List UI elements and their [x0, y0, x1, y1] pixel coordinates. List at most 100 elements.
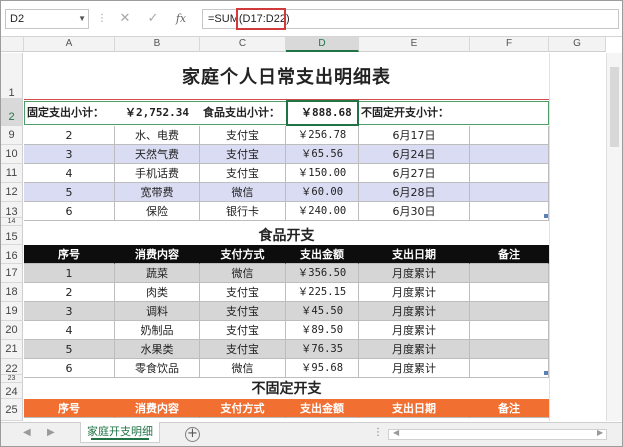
sheet-tab-active[interactable]: 家庭开支明细: [80, 422, 160, 443]
horizontal-scrollbar[interactable]: [388, 429, 607, 440]
table-cell-amount[interactable]: ￥150.00: [286, 164, 359, 183]
table-cell-pay[interactable]: 微信: [200, 264, 286, 283]
table-cell-no[interactable]: 2: [24, 283, 115, 302]
variable-header-note[interactable]: 备注: [470, 399, 549, 418]
table-cell-note[interactable]: [470, 302, 549, 321]
column-header-b[interactable]: B: [115, 37, 200, 52]
table-cell-pay[interactable]: 微信: [200, 183, 286, 202]
row-header-17[interactable]: 17: [1, 264, 23, 283]
column-header-c[interactable]: C: [200, 37, 286, 52]
splitter-icon[interactable]: ⋮: [97, 10, 107, 28]
variable-header-date[interactable]: 支出日期: [359, 399, 470, 418]
table-cell-item[interactable]: 水、电费: [115, 126, 200, 145]
column-header-e[interactable]: E: [359, 37, 470, 52]
table-cell-date[interactable]: 月度累计: [359, 321, 470, 340]
table-cell-note[interactable]: [470, 340, 549, 359]
table-cell-no[interactable]: 5: [24, 340, 115, 359]
table-cell-no[interactable]: 5: [24, 183, 115, 202]
table-cell-date[interactable]: 6月24日: [359, 145, 470, 164]
scroll-right-arrow-icon[interactable]: ▶: [597, 428, 603, 437]
table-cell-amount[interactable]: ￥240.00: [286, 202, 359, 221]
table-cell-item[interactable]: 肉类: [115, 283, 200, 302]
table-cell-item[interactable]: 水果类: [115, 340, 200, 359]
name-box[interactable]: D2 ▼: [5, 9, 89, 29]
table-cell-pay[interactable]: 支付宝: [200, 283, 286, 302]
row-header-15[interactable]: 15: [1, 226, 23, 245]
formula-input[interactable]: =SUM(D17:D22): [202, 8, 619, 30]
table-cell-no[interactable]: 6: [24, 359, 115, 378]
vertical-scrollbar[interactable]: [606, 53, 622, 421]
table-cell-amount[interactable]: ￥76.35: [286, 340, 359, 359]
row-header-9[interactable]: 9: [1, 126, 23, 145]
enter-icon[interactable]: ✓: [143, 10, 163, 28]
table-cell-pay[interactable]: 支付宝: [200, 340, 286, 359]
table-cell-pay[interactable]: 银行卡: [200, 202, 286, 221]
fixed-subtotal-value[interactable]: ￥2,752.34: [125, 102, 189, 124]
insert-function-icon[interactable]: fx: [171, 10, 191, 28]
table-cell-amount[interactable]: ￥89.50: [286, 321, 359, 340]
table-cell-note[interactable]: [470, 164, 549, 183]
column-header-d[interactable]: D: [286, 37, 359, 52]
row-header-10[interactable]: 10: [1, 145, 23, 164]
table-cell-note[interactable]: [470, 145, 549, 164]
tab-scroll-left-icon[interactable]: ◀: [23, 427, 31, 438]
table-cell-no[interactable]: 2: [24, 126, 115, 145]
row-header-1[interactable]: 1: [1, 53, 23, 99]
row-header-2[interactable]: 2: [1, 99, 23, 126]
table-cell-no[interactable]: 6: [24, 202, 115, 221]
table-cell-note[interactable]: [470, 202, 549, 221]
table-cell-pay[interactable]: 支付宝: [200, 302, 286, 321]
row-header-25[interactable]: 25: [1, 399, 23, 421]
table-cell-no[interactable]: 4: [24, 321, 115, 340]
table-cell-date[interactable]: 6月30日: [359, 202, 470, 221]
column-header-f[interactable]: F: [470, 37, 549, 52]
table-cell-item[interactable]: 调料: [115, 302, 200, 321]
table-cell-amount[interactable]: ￥45.50: [286, 302, 359, 321]
table-cell-note[interactable]: [470, 283, 549, 302]
table-cell-amount[interactable]: ￥225.15: [286, 283, 359, 302]
food-header-pay[interactable]: 支付方式: [200, 245, 286, 264]
table-cell-no[interactable]: 3: [24, 145, 115, 164]
table-cell-note[interactable]: [470, 321, 549, 340]
column-header-g[interactable]: G: [549, 37, 606, 52]
variable-header-item[interactable]: 消费内容: [115, 399, 200, 418]
table-cell-note[interactable]: [470, 359, 549, 378]
table-cell-date[interactable]: 月度累计: [359, 264, 470, 283]
row-header-18[interactable]: 18: [1, 283, 23, 302]
table-cell-amount[interactable]: ￥60.00: [286, 183, 359, 202]
row-header-24[interactable]: 24: [1, 383, 23, 399]
row-header-16[interactable]: 16: [1, 245, 23, 264]
table-cell-pay[interactable]: 微信: [200, 359, 286, 378]
table-cell-pay[interactable]: 支付宝: [200, 145, 286, 164]
table-cell-amount[interactable]: ￥65.56: [286, 145, 359, 164]
table-cell-date[interactable]: 月度累计: [359, 340, 470, 359]
variable-header-pay[interactable]: 支付方式: [200, 399, 286, 418]
food-header-amount[interactable]: 支出金额: [286, 245, 359, 264]
table-cell-note[interactable]: [470, 183, 549, 202]
table-cell-no[interactable]: 3: [24, 302, 115, 321]
table-cell-pay[interactable]: 支付宝: [200, 164, 286, 183]
vertical-scroll-thumb[interactable]: [610, 67, 619, 147]
table-cell-note[interactable]: [470, 126, 549, 145]
tab-split-handle-icon[interactable]: ⋮: [373, 427, 383, 438]
active-cell-d2[interactable]: [286, 100, 359, 126]
row-header-19[interactable]: 19: [1, 302, 23, 321]
food-header-note[interactable]: 备注: [470, 245, 549, 264]
row-header-22[interactable]: 22: [1, 359, 23, 375]
table-cell-amount[interactable]: ￥256.78: [286, 126, 359, 145]
table-cell-no[interactable]: 4: [24, 164, 115, 183]
table-cell-item[interactable]: 手机话费: [115, 164, 200, 183]
column-header-a[interactable]: A: [24, 37, 115, 52]
table-cell-date[interactable]: 6月27日: [359, 164, 470, 183]
row-header-23[interactable]: 23: [1, 375, 23, 383]
variable-header-no[interactable]: 序号: [24, 399, 115, 418]
row-header-13[interactable]: 13: [1, 202, 23, 218]
food-header-no[interactable]: 序号: [24, 245, 115, 264]
row-header-14[interactable]: 14: [1, 218, 23, 226]
row-header-20[interactable]: 20: [1, 321, 23, 340]
row-header-12[interactable]: 12: [1, 183, 23, 202]
table-cell-date[interactable]: 月度累计: [359, 302, 470, 321]
variable-header-amount[interactable]: 支出金额: [286, 399, 359, 418]
table-cell-item[interactable]: 天然气费: [115, 145, 200, 164]
food-header-item[interactable]: 消费内容: [115, 245, 200, 264]
